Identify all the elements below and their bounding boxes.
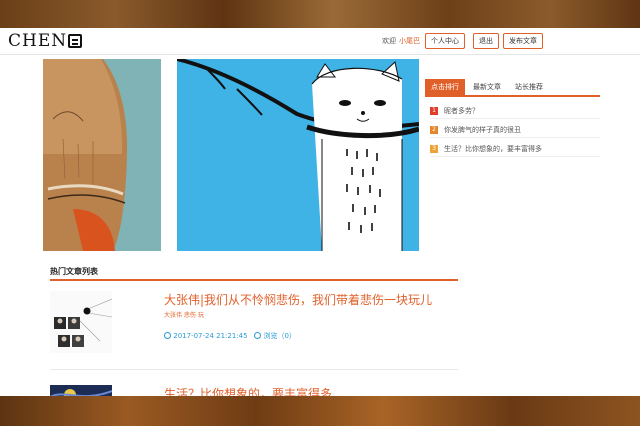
hot-articles-heading: 热门文章列表	[50, 267, 98, 276]
background-top	[0, 0, 640, 30]
eye-icon	[254, 332, 262, 339]
section-divider	[50, 279, 458, 281]
hot-list-title[interactable]: 你发脾气的样子真的很丑	[444, 125, 521, 135]
logout-button[interactable]: 退出	[473, 33, 499, 49]
article-thumbnail[interactable]	[50, 385, 112, 396]
hot-list-title[interactable]: 昵者多劳？	[444, 106, 479, 116]
background-bottom	[0, 396, 640, 426]
rank-badge: 2	[430, 126, 438, 134]
page: CHEN 欢迎 小尾巴 个人中心 退出 发布文章 点击排行 最新文章 站长推荐 …	[0, 28, 640, 396]
header: CHEN 欢迎 小尾巴 个人中心 退出 发布文章	[0, 28, 640, 55]
views-close: ）	[288, 332, 296, 340]
hot-list-item[interactable]: 3 生活？比你想象的，要丰富得多	[430, 143, 600, 157]
banner-image-left[interactable]	[43, 59, 161, 251]
hot-list-item[interactable]: 1 昵者多劳？	[430, 105, 600, 119]
tab-click-ranking[interactable]: 点击排行	[425, 79, 465, 95]
views-label: 浏览（	[263, 332, 285, 340]
article-meta: 2017-07-24 21:21:45 浏览（0）	[164, 331, 296, 341]
article-divider	[50, 369, 458, 370]
banner-image-cat[interactable]	[177, 59, 419, 251]
article-tags[interactable]: 大张伟 悲伤 玩	[164, 310, 204, 319]
rank-badge: 3	[430, 145, 438, 153]
tab-recommended[interactable]: 站长推荐	[509, 79, 549, 95]
hot-list-item[interactable]: 2 你发脾气的样子真的很丑	[430, 124, 600, 138]
tab-latest-articles[interactable]: 最新文章	[467, 79, 507, 95]
hot-list-title[interactable]: 生活？比你想象的，要丰富得多	[444, 144, 542, 154]
clock-icon	[164, 332, 171, 339]
cat-on-branch-illustration	[177, 59, 419, 251]
article-date: 2017-07-24 21:21:45	[173, 332, 248, 340]
rank-badge: 1	[430, 107, 438, 115]
publish-article-button[interactable]: 发布文章	[503, 33, 543, 49]
welcome-text: 欢迎	[382, 37, 396, 45]
article-title[interactable]: 大张伟|我们从不怜悯悲伤，我们带着悲伤一块玩儿	[164, 291, 432, 308]
ranking-tabs: 点击排行 最新文章 站长推荐	[425, 79, 600, 97]
wooden-figure-illustration	[43, 59, 128, 251]
article-title[interactable]: 生活？比你想象的，要丰富得多	[164, 385, 332, 396]
logo-mark-icon	[68, 34, 82, 48]
site-logo[interactable]: CHEN	[8, 31, 67, 51]
thumbnail-image	[50, 291, 112, 353]
username-link[interactable]: 小尾巴	[399, 36, 420, 46]
thumbnail-image	[50, 385, 112, 396]
user-center-button[interactable]: 个人中心	[425, 33, 465, 49]
article-thumbnail[interactable]	[50, 291, 112, 353]
